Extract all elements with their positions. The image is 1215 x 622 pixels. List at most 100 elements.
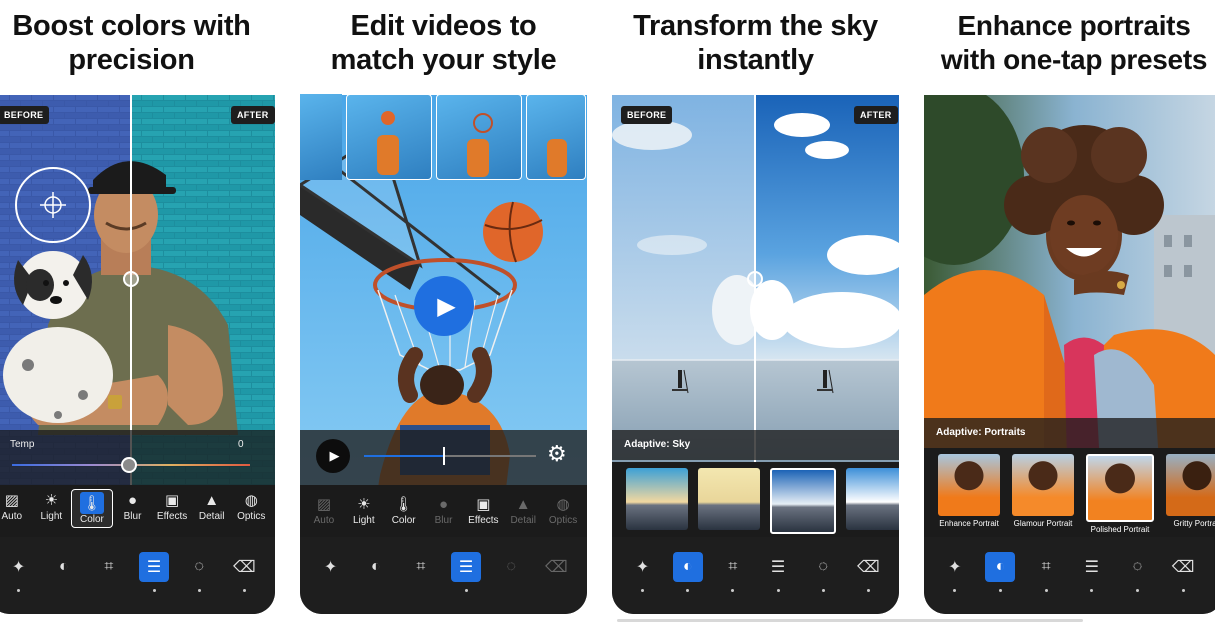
drop-icon: ● [127, 491, 138, 509]
screenshot-card-color: Boost colors with precision BEFORE AFTER… [0, 0, 275, 614]
magic-wand-icon[interactable]: ✦ [628, 552, 658, 592]
eraser-icon[interactable]: ⌫ [853, 552, 883, 592]
lens-icon: ◍ [556, 496, 570, 513]
thermometer-icon: 🌡 [79, 492, 104, 514]
card-caption: Edit videos to match your style [300, 0, 587, 95]
heal-icon[interactable]: ◐ [985, 552, 1016, 592]
auto-icon: ▨ [316, 496, 332, 513]
hoop-ring [473, 113, 493, 133]
sky-preset-thumb[interactable] [698, 468, 760, 530]
bottom-toolbar: ✦ ◐ ⌗ ☰ ◌ ⌫ [924, 537, 1214, 614]
temp-slider-panel: Temp 0 [0, 430, 275, 485]
preset-thumb-selected [1086, 454, 1154, 522]
adaptive-portraits-label: Adaptive: Portraits [924, 418, 1215, 448]
adjust-icon[interactable]: ☰ [139, 552, 170, 592]
magic-wand-icon[interactable]: ✦ [940, 552, 970, 592]
magic-wand-icon[interactable]: ✦ [316, 552, 346, 582]
bottom-toolbar: ✦ ◐ ⌗ ☰ ◌ ⌫ [0, 537, 275, 614]
player-silhouette [547, 139, 567, 177]
after-badge: AFTER [854, 106, 898, 124]
sky-preset-thumb[interactable] [846, 468, 899, 530]
eraser-icon[interactable]: ⌫ [1168, 552, 1198, 592]
tool-light[interactable]: ☀ Light [32, 489, 72, 522]
triangle-icon: ▲ [515, 495, 531, 513]
play-icon: ▶ [329, 448, 340, 463]
heal-icon[interactable]: ◐ [361, 552, 391, 582]
tool-detail[interactable]: ▲ Detail [192, 489, 232, 523]
preset-glamour-portrait[interactable]: Glamour Portrait [1012, 454, 1074, 539]
eraser-icon[interactable]: ⌫ [229, 552, 259, 592]
temp-label: Temp [10, 439, 35, 450]
tool-light[interactable]: ☀ Light [344, 493, 384, 526]
tool-blur[interactable]: ● Blur [113, 489, 153, 523]
video-scrubber[interactable] [364, 447, 536, 465]
preset-polished-portrait[interactable]: Polished Portrait [1086, 454, 1154, 539]
heal-icon[interactable]: ◐ [672, 552, 703, 592]
preset-enhance-portrait[interactable]: Enhance Portrait [938, 454, 1000, 539]
preset-gritty-portrait[interactable]: Gritty Portrait [1166, 454, 1215, 539]
tool-optics[interactable]: ◍ Optics [231, 489, 271, 522]
film-frame [300, 94, 342, 180]
screenshot-card-portraits: Enhance portraits with one-tap presets A… [924, 0, 1215, 614]
tool-auto[interactable]: ▨ Auto [0, 489, 32, 522]
sky-preset-thumb-selected[interactable] [770, 468, 836, 534]
tool-detail[interactable]: ▲ Detail [503, 493, 543, 527]
player-silhouette [467, 139, 489, 177]
tool-effects[interactable]: ▣ Effects [463, 493, 503, 526]
crop-icon[interactable]: ⌗ [718, 552, 748, 592]
before-badge: BEFORE [0, 106, 50, 124]
after-badge: AFTER [231, 106, 275, 124]
video-filmstrip[interactable] [300, 94, 587, 180]
play-icon: ▶ [437, 292, 456, 320]
triangle-icon: ▲ [204, 491, 220, 509]
scrubber-progress [364, 455, 444, 457]
crop-icon[interactable]: ⌗ [406, 552, 436, 582]
card-caption: Enhance portraits with one-tap presets [924, 0, 1215, 95]
effects-icon: ▣ [476, 496, 491, 513]
sky-preset-thumb[interactable] [626, 468, 688, 530]
bottom-toolbar: ✦ ◐ ⌗ ☰ ◌ ⌫ [612, 537, 899, 614]
vignette-icon[interactable]: ◌ [496, 552, 526, 582]
adaptive-sky-label: Adaptive: Sky [612, 430, 899, 460]
tool-color[interactable]: 🌡 Color [71, 489, 113, 528]
tool-color[interactable]: 🌡 Color [384, 493, 424, 526]
heal-icon[interactable]: ◐ [49, 552, 79, 582]
effects-icon: ▣ [165, 492, 180, 509]
adjust-icon[interactable]: ☰ [451, 552, 482, 592]
bottom-toolbar: ✦ ◐ ⌗ ☰ ◌ ⌫ [300, 537, 587, 614]
auto-icon: ▨ [4, 492, 19, 509]
portrait-presets-strip[interactable]: Enhance Portrait Glamour Portrait Polish… [924, 448, 1215, 539]
player-silhouette [377, 135, 399, 175]
ball-dot [381, 111, 395, 125]
crop-icon[interactable]: ⌗ [1031, 552, 1061, 592]
gear-icon[interactable]: ⚙ [547, 441, 567, 467]
play-button[interactable]: ▶ [414, 276, 474, 336]
preset-thumb [1012, 454, 1074, 516]
drop-icon: ● [438, 495, 449, 513]
sky-presets-strip[interactable] [612, 462, 899, 539]
vignette-icon[interactable]: ◌ [808, 552, 838, 592]
temp-slider-handle[interactable] [121, 457, 137, 473]
scrubber-handle[interactable] [443, 447, 446, 465]
vignette-icon[interactable]: ◌ [1122, 552, 1152, 592]
lens-icon: ◍ [244, 492, 258, 509]
tool-auto[interactable]: ▨ Auto [304, 493, 344, 526]
film-frame [346, 94, 432, 180]
crop-icon[interactable]: ⌗ [94, 552, 124, 582]
preset-thumb [938, 454, 1000, 516]
vignette-icon[interactable]: ◌ [184, 552, 214, 592]
eraser-icon[interactable]: ⌫ [541, 552, 571, 582]
film-frame [526, 94, 586, 180]
adjust-icon[interactable]: ☰ [1077, 552, 1107, 592]
small-play-button[interactable]: ▶ [316, 439, 350, 473]
adjust-icon[interactable]: ☰ [763, 552, 793, 592]
card-caption: Boost colors with precision [0, 0, 275, 95]
screenshot-card-sky: Transform the sky instantly BEFORE AFTER… [612, 0, 899, 614]
preset-thumb [1166, 454, 1215, 516]
film-frame [436, 94, 522, 180]
tool-blur[interactable]: ● Blur [424, 493, 464, 527]
before-badge: BEFORE [621, 106, 673, 124]
tool-effects[interactable]: ▣ Effects [152, 489, 192, 522]
magic-wand-icon[interactable]: ✦ [4, 552, 34, 592]
tool-optics[interactable]: ◍ Optics [543, 493, 583, 526]
